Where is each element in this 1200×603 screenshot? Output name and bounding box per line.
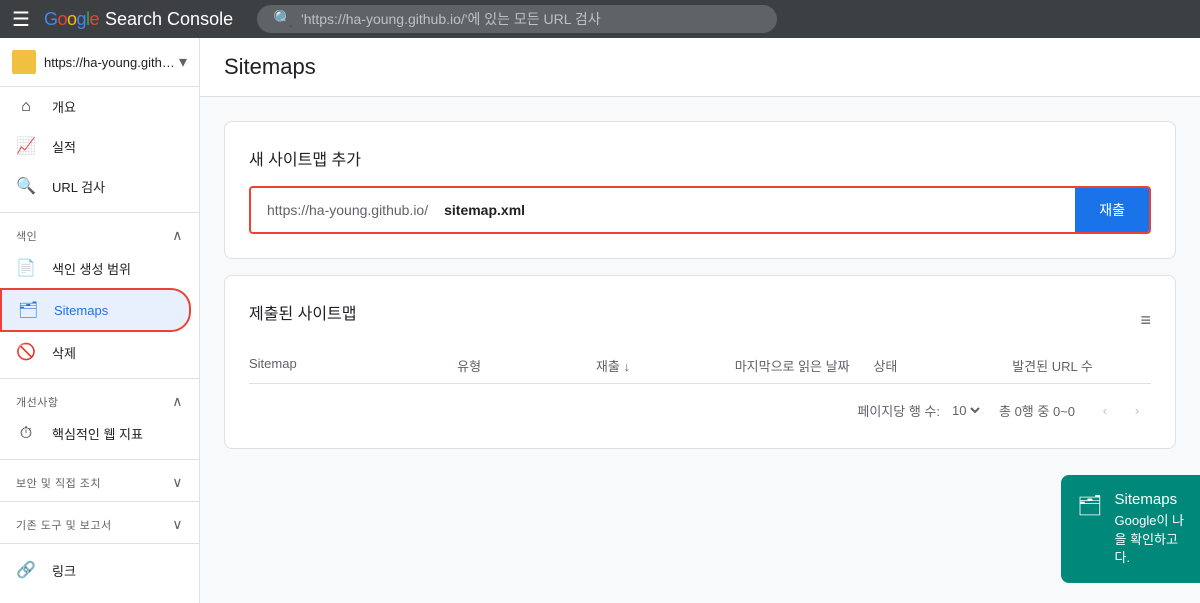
search-placeholder-text: 'https://ha-young.github.io/'에 있는 모든 URL… [301,9,601,29]
global-search-bar[interactable]: 🔍 'https://ha-young.github.io/'에 있는 모든 U… [257,5,777,33]
property-icon [12,50,36,74]
submitted-sitemaps-card: 제출된 사이트맵 ≡ Sitemap 유형 재출 ↓ 마지막으로 읽은 날 [224,275,1176,449]
pagination-total: 총 0행 중 0~0 [999,401,1075,420]
floating-card-icon: 🗂 [1077,493,1102,518]
sidebar: https://ha-young.github.io/ ▾ ⌂ 개요 📈 실적 … [0,38,200,603]
sidebar-item-label: 개요 [52,97,76,116]
rows-per-page-control: 페이지당 행 수: 10 25 50 [857,401,983,420]
nav-divider-2 [0,378,199,379]
section-index-chevron[interactable]: ∧ [172,227,183,244]
sidebar-item-label: 링크 [52,561,76,580]
content-area: 새 사이트맵 추가 https://ha-young.github.io/ 재출… [200,97,1200,489]
section-index-text: 색인 [16,228,37,244]
sitemap-url-prefix: https://ha-young.github.io/ [251,190,444,230]
sidebar-item-sitemaps[interactable]: 🗂 Sitemaps [0,288,191,332]
sidebar-item-coverage[interactable]: 📄 색인 생성 범위 [0,248,191,288]
property-name: https://ha-young.github.io/ [44,55,179,70]
section-security-label: 보안 및 직접 조치 ∨ [0,466,199,495]
app-header: ☰ Google Search Console 🔍 'https://ha-yo… [0,0,1200,38]
pagination-nav: ‹ › [1091,396,1151,424]
nav-divider-4 [0,501,199,502]
sitemap-input-container: https://ha-young.github.io/ 재출 [249,186,1151,234]
search-console-logo-text: Search Console [105,9,233,30]
col-discovered-urls: 발견된 URL 수 [1012,356,1151,375]
overview-icon: ⌂ [16,98,36,116]
pagination-next-button[interactable]: › [1123,396,1151,424]
coverage-icon: 📄 [16,258,36,278]
pagination-prev-button[interactable]: ‹ [1091,396,1119,424]
app-layout: https://ha-young.github.io/ ▾ ⌂ 개요 📈 실적 … [0,38,1200,603]
section-index-label: 색인 ∧ [0,219,199,248]
section-security-text: 보안 및 직접 조치 [16,475,101,491]
sidebar-item-links[interactable]: 🔗 링크 [0,550,191,590]
sidebar-item-label: 색인 생성 범위 [52,259,131,278]
page-title: Sitemaps [224,54,1176,80]
property-selector[interactable]: https://ha-young.github.io/ ▾ [0,38,199,87]
submitted-sitemaps-title: 제출된 사이트맵 [249,300,357,324]
property-chevron-icon: ▾ [179,52,187,72]
floating-card-text: Google이 나을 확인하고다. [1115,512,1184,567]
submitted-sitemaps-header: 제출된 사이트맵 ≡ [249,300,1151,340]
section-legacy-label: 기존 도구 및 보고서 ∨ [0,508,199,537]
filter-icon[interactable]: ≡ [1140,310,1151,331]
sitemap-submit-button[interactable]: 재출 [1075,188,1149,232]
performance-icon: 📈 [16,136,36,156]
sidebar-item-label: Sitemaps [54,303,108,318]
nav-divider-1 [0,212,199,213]
page-header: Sitemaps [200,38,1200,97]
col-last-read: 마지막으로 읽은 날짜 [735,356,874,375]
core-web-vitals-icon: ⏱ [16,425,36,443]
google-logo-text: Google [44,9,99,30]
search-icon: 🔍 [273,9,293,29]
floating-help-card[interactable]: 🗂 Sitemaps Google이 나을 확인하고다. [1061,475,1200,583]
section-legacy-chevron[interactable]: ∨ [172,516,183,533]
sidebar-item-label: 핵심적인 웹 지표 [52,424,143,443]
sidebar-item-label: 실적 [52,137,76,156]
main-content: Sitemaps 새 사이트맵 추가 https://ha-young.gith… [200,38,1200,603]
col-status: 상태 [873,356,1012,375]
floating-card-content: Sitemaps Google이 나을 확인하고다. [1115,491,1184,567]
section-improvements-text: 개선사항 [16,394,58,410]
col-submitted[interactable]: 재출 ↓ [596,356,735,375]
floating-card-title: Sitemaps [1115,491,1184,508]
sidebar-item-label: URL 검사 [52,177,105,196]
section-legacy-text: 기존 도구 및 보고서 [16,517,112,533]
rows-per-page-label: 페이지당 행 수: [857,401,940,420]
section-improvements-chevron[interactable]: ∧ [172,393,183,410]
sidebar-item-url-inspection[interactable]: 🔍 URL 검사 [0,166,191,206]
section-security-chevron[interactable]: ∨ [172,474,183,491]
sidebar-item-settings[interactable]: ⚙ 설정 [0,590,191,603]
sidebar-item-label: 삭제 [52,343,76,362]
nav-divider-3 [0,459,199,460]
table-footer: 페이지당 행 수: 10 25 50 총 0행 중 0~0 ‹ › [249,384,1151,424]
links-icon: 🔗 [16,560,36,580]
add-sitemap-card: 새 사이트맵 추가 https://ha-young.github.io/ 재출 [224,121,1176,259]
removal-icon: 🚫 [16,342,36,362]
sidebar-item-overview[interactable]: ⌂ 개요 [0,87,191,126]
rows-per-page-select[interactable]: 10 25 50 [948,402,983,419]
sitemaps-icon: 🗂 [18,300,38,320]
sitemap-path-input[interactable] [444,190,1075,230]
nav-divider-5 [0,543,199,544]
url-inspection-icon: 🔍 [16,176,36,196]
col-sitemap: Sitemap [249,356,457,375]
hamburger-menu-icon[interactable]: ☰ [8,3,34,36]
col-type: 유형 [457,356,596,375]
table-header: Sitemap 유형 재출 ↓ 마지막으로 읽은 날짜 상태 [249,356,1151,384]
section-improvements-label: 개선사항 ∧ [0,385,199,414]
sidebar-item-performance[interactable]: 📈 실적 [0,126,191,166]
add-sitemap-card-title: 새 사이트맵 추가 [249,146,1151,170]
sidebar-item-core-web-vitals[interactable]: ⏱ 핵심적인 웹 지표 [0,414,191,453]
app-logo: Google Search Console [44,9,233,30]
sidebar-item-removal[interactable]: 🚫 삭제 [0,332,191,372]
